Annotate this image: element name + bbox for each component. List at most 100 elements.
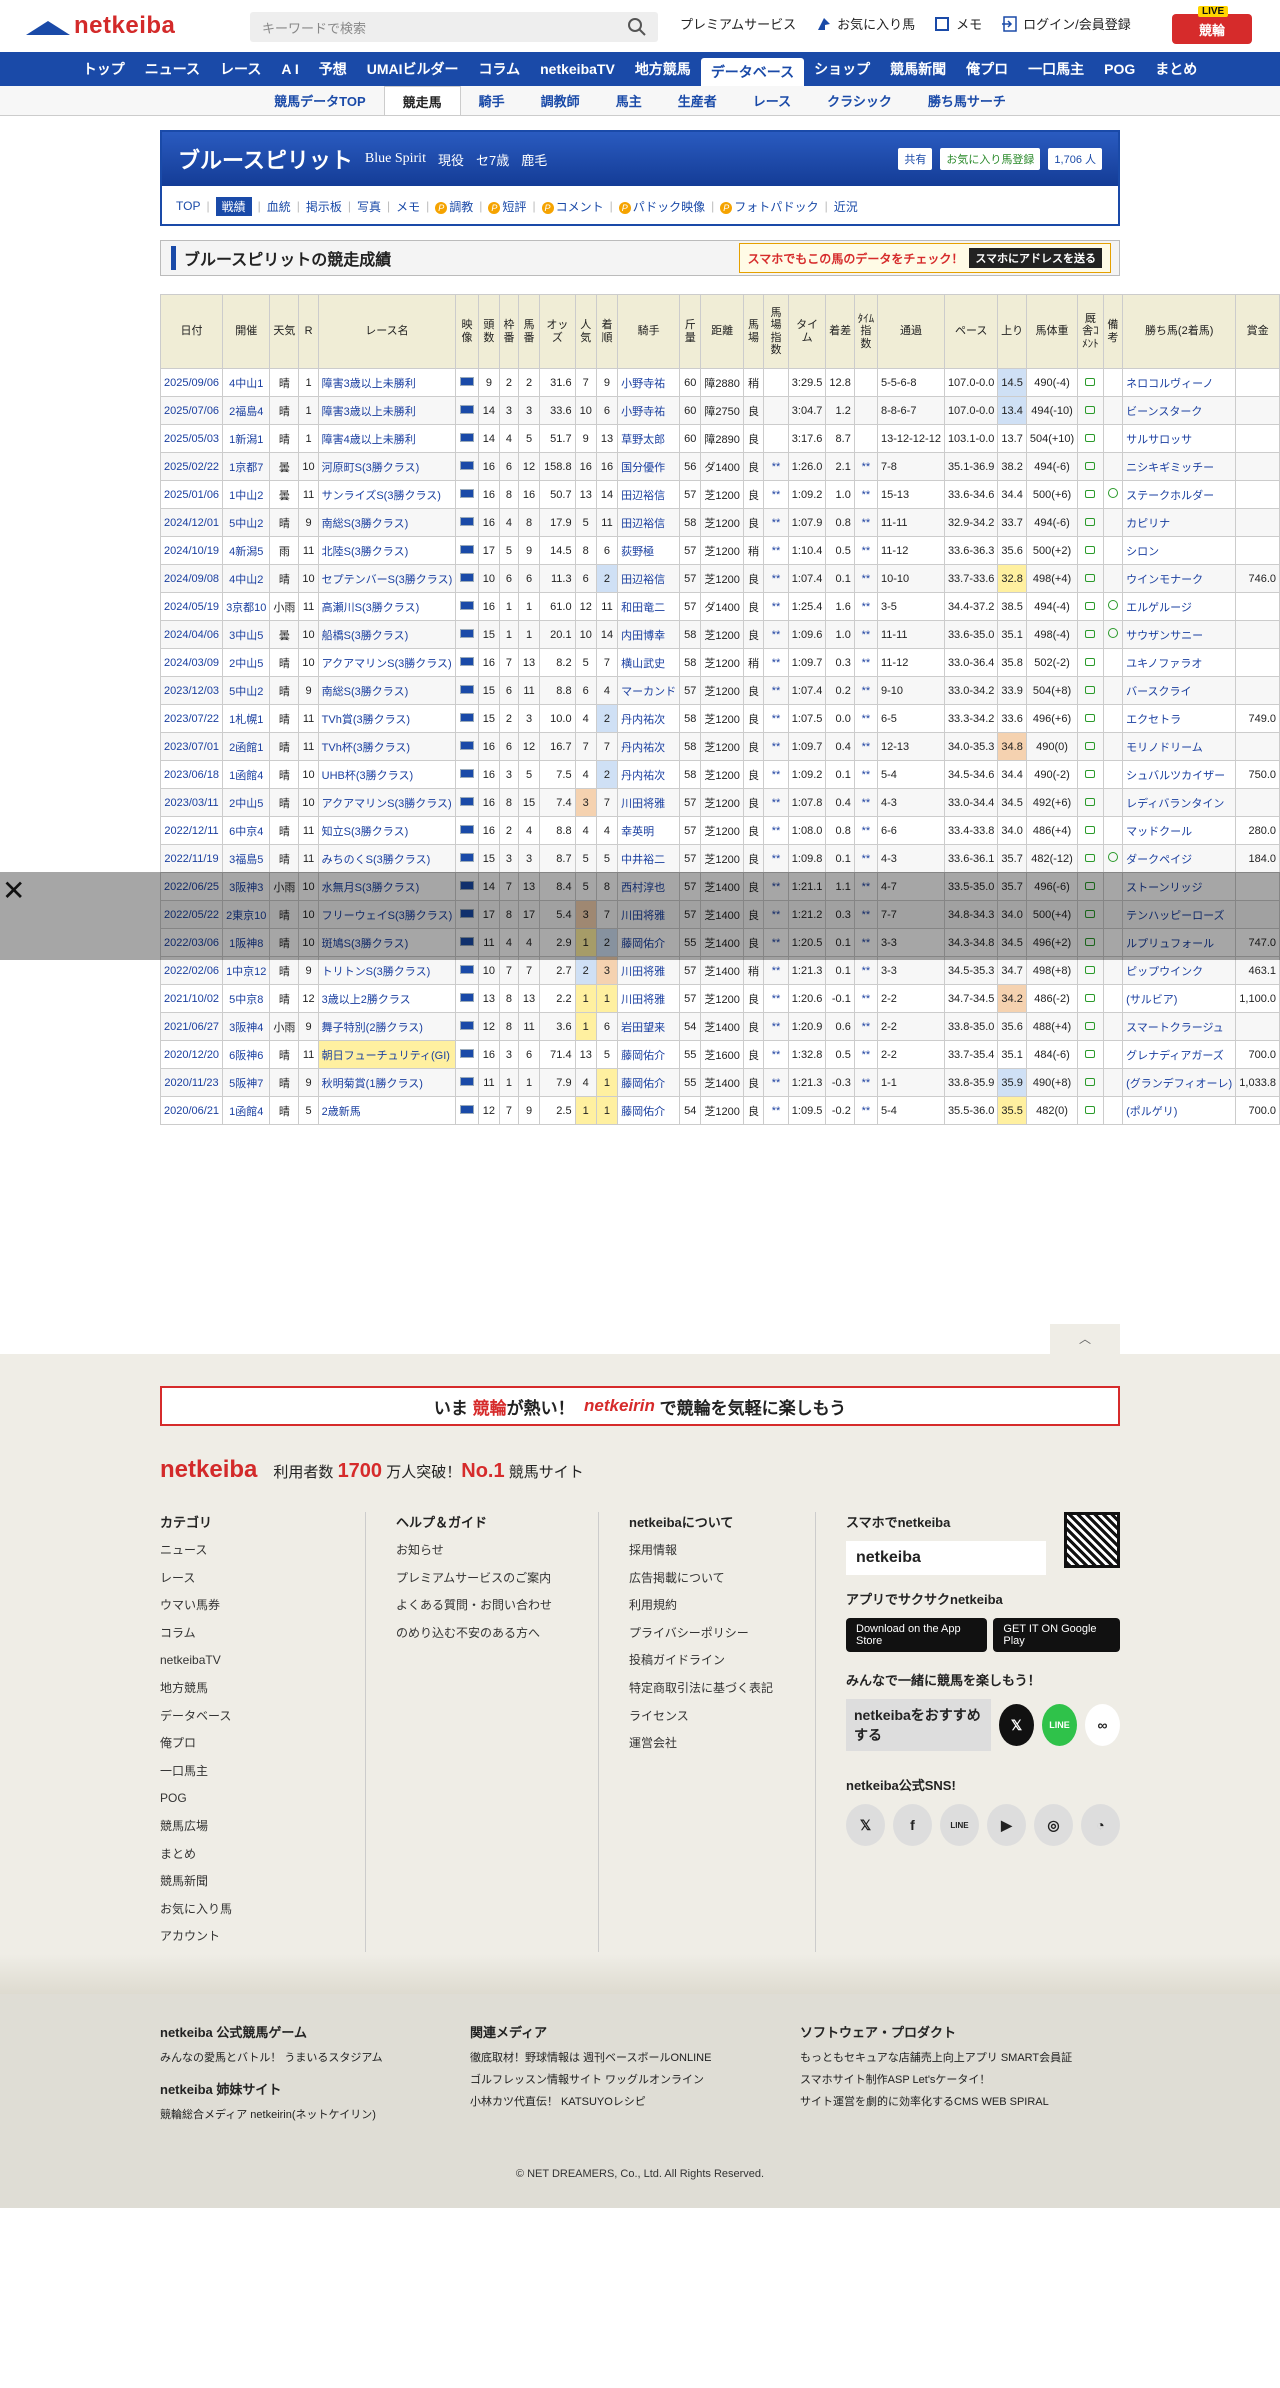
- video-icon[interactable]: [460, 488, 474, 498]
- youtube-icon[interactable]: ▶: [987, 1804, 1026, 1846]
- video-icon[interactable]: [460, 992, 474, 1002]
- jockey[interactable]: 藤岡佑介: [617, 1068, 681, 1097]
- jockey[interactable]: 丹内祐次: [617, 704, 681, 733]
- video-icon[interactable]: [460, 516, 474, 526]
- race-date[interactable]: 2020/06/21: [159, 1096, 224, 1125]
- race-name[interactable]: セプテンバーS(3勝クラス): [317, 564, 457, 593]
- video-icon[interactable]: [460, 544, 474, 554]
- footer-help-link[interactable]: プレミアムサービスのご案内: [396, 1571, 566, 1587]
- jockey[interactable]: 内田博幸: [617, 620, 681, 649]
- jockey[interactable]: 丹内祐次: [617, 732, 681, 761]
- winner[interactable]: モリノドリーム: [1122, 732, 1237, 761]
- jockey[interactable]: 岩田望来: [617, 1012, 681, 1041]
- race-name[interactable]: みちのくS(3勝クラス): [317, 844, 457, 873]
- send-to-phone-button[interactable]: スマホにアドレスを送る: [969, 248, 1102, 268]
- stable-comment-cell[interactable]: [1077, 1040, 1104, 1069]
- venue[interactable]: 3阪神4: [222, 1012, 271, 1041]
- race-date[interactable]: 2025/01/06: [159, 480, 224, 509]
- race-date[interactable]: 2023/07/22: [159, 704, 224, 733]
- race-name[interactable]: TVh賞(3勝クラス): [317, 704, 457, 733]
- race-date[interactable]: 2025/09/06: [159, 368, 224, 397]
- footer-category-link[interactable]: ウマい馬券: [160, 1598, 360, 1614]
- footer-category-link[interactable]: お気に入り馬: [160, 1902, 360, 1918]
- footer-help-link[interactable]: のめり込む不安のある方へ: [396, 1626, 566, 1642]
- video-cell[interactable]: [455, 1040, 479, 1069]
- race-name[interactable]: 高瀬川S(3勝クラス): [317, 592, 457, 621]
- winner[interactable]: スマートクラージュ: [1122, 1012, 1237, 1041]
- video-cell[interactable]: [455, 844, 479, 873]
- race-date[interactable]: 2025/02/22: [159, 452, 224, 481]
- footer-category-link[interactable]: 俺プロ: [160, 1736, 360, 1752]
- comment-icon[interactable]: [1085, 993, 1096, 1002]
- jockey[interactable]: 川田将雅: [617, 788, 681, 817]
- media-link[interactable]: 徹底取材！野球情報は 週刊ベースボールONLINE: [470, 2049, 770, 2065]
- video-icon[interactable]: [460, 768, 474, 778]
- search-icon[interactable]: [628, 18, 646, 36]
- venue[interactable]: 1京都7: [222, 452, 271, 481]
- gnav-item[interactable]: 俺プロ: [956, 52, 1018, 86]
- video-cell[interactable]: [455, 956, 479, 985]
- instagram-icon[interactable]: ◎: [1034, 1804, 1073, 1846]
- footer-about-link[interactable]: ライセンス: [629, 1709, 779, 1725]
- race-name[interactable]: 障害3歳以上未勝利: [317, 396, 457, 425]
- venue[interactable]: 6阪神6: [222, 1040, 271, 1069]
- comment-icon[interactable]: [1085, 517, 1096, 526]
- venue[interactable]: 2福島4: [222, 396, 271, 425]
- video-cell[interactable]: [455, 368, 479, 397]
- gnav-item[interactable]: データベース: [700, 58, 805, 86]
- venue[interactable]: 5中京8: [222, 984, 271, 1013]
- venue[interactable]: 4新潟5: [222, 536, 271, 565]
- subnav-item[interactable]: レース: [735, 86, 809, 115]
- memo-link[interactable]: メモ: [935, 14, 982, 33]
- software-link[interactable]: スマホサイト制作ASP Let'sケータイ！: [800, 2071, 1120, 2087]
- race-name[interactable]: 北陸S(3勝クラス): [317, 536, 457, 565]
- footer-category-link[interactable]: ニュース: [160, 1543, 360, 1559]
- comment-icon[interactable]: [1085, 741, 1096, 750]
- footer-help-link[interactable]: お知らせ: [396, 1543, 566, 1559]
- gnav-item[interactable]: netkeibaTV: [530, 52, 625, 86]
- comment-icon[interactable]: [1085, 685, 1096, 694]
- venue[interactable]: 4中山2: [222, 564, 271, 593]
- winner[interactable]: レディバランタイン: [1122, 788, 1237, 817]
- jockey[interactable]: 田辺裕信: [617, 480, 681, 509]
- footer-search[interactable]: netkeiba: [846, 1541, 1046, 1575]
- subnav-item[interactable]: 騎手: [461, 86, 523, 115]
- jockey[interactable]: 中井裕二: [617, 844, 681, 873]
- race-date[interactable]: 2022/12/11: [159, 816, 224, 845]
- line-icon[interactable]: LINE: [940, 1804, 979, 1846]
- horse-tab[interactable]: P 短評: [488, 198, 526, 215]
- comment-icon[interactable]: [1085, 405, 1096, 414]
- jockey[interactable]: 荻野極: [617, 536, 681, 565]
- video-cell[interactable]: [455, 592, 479, 621]
- footer-about-link[interactable]: 利用規約: [629, 1598, 779, 1614]
- video-icon[interactable]: [460, 376, 474, 386]
- race-name[interactable]: 知立S(3勝クラス): [317, 816, 457, 845]
- subnav-item[interactable]: 競馬データTOP: [256, 86, 384, 115]
- race-name[interactable]: アクアマリンS(3勝クラス): [317, 788, 457, 817]
- gnav-item[interactable]: まとめ: [1145, 52, 1207, 86]
- comment-icon[interactable]: [1085, 657, 1096, 666]
- video-icon[interactable]: [460, 656, 474, 666]
- subnav-item[interactable]: 調教師: [523, 86, 598, 115]
- note-icon[interactable]: [1107, 488, 1118, 498]
- winner[interactable]: グレナディアガーズ: [1122, 1040, 1237, 1069]
- jockey[interactable]: 和田竜二: [617, 592, 681, 621]
- venue[interactable]: 1中京12: [222, 956, 271, 985]
- race-date[interactable]: 2023/03/11: [159, 788, 224, 817]
- footer-about-link[interactable]: プライバシーポリシー: [629, 1626, 779, 1642]
- venue[interactable]: 1函館4: [222, 760, 271, 789]
- video-cell[interactable]: [455, 396, 479, 425]
- login-link[interactable]: ログイン/会員登録: [1002, 14, 1131, 33]
- comment-icon[interactable]: [1085, 1021, 1096, 1030]
- race-date[interactable]: 2021/06/27: [159, 1012, 224, 1041]
- gnav-item[interactable]: 競馬新聞: [880, 52, 956, 86]
- horse-tab[interactable]: P コメント: [541, 198, 604, 215]
- winner[interactable]: ウインモナーク: [1122, 564, 1237, 593]
- footer-category-link[interactable]: 地方競馬: [160, 1681, 360, 1697]
- stable-comment-cell[interactable]: [1077, 984, 1104, 1013]
- horse-tab[interactable]: 戦績: [215, 196, 252, 216]
- venue[interactable]: 5中山2: [222, 676, 271, 705]
- comment-icon[interactable]: [1085, 629, 1096, 638]
- jockey[interactable]: 草野太郎: [617, 424, 681, 453]
- horse-tab[interactable]: 写真: [357, 198, 381, 215]
